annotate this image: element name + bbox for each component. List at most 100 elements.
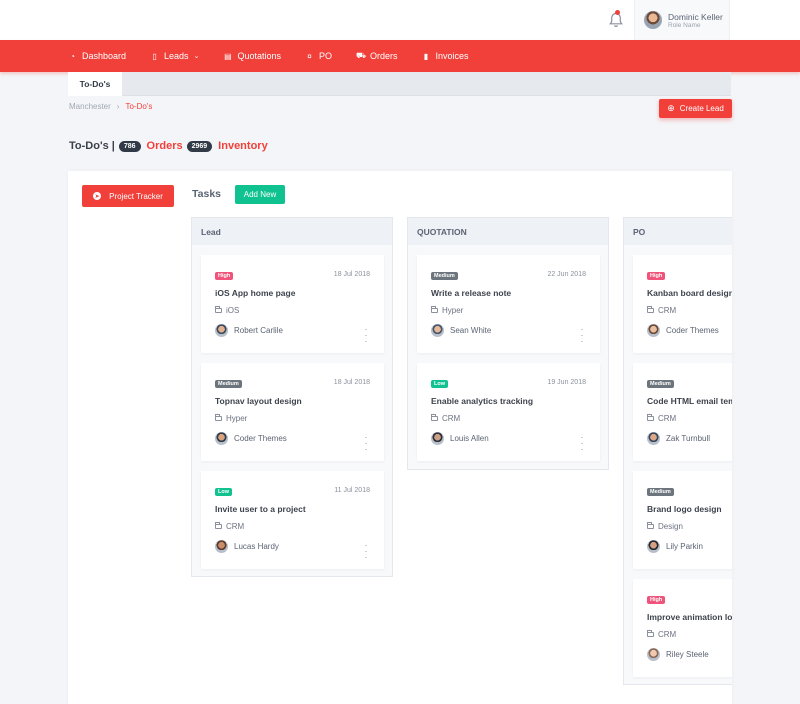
user-name: Dominic Keller (668, 12, 723, 22)
user-menu[interactable]: Dominic Keller Role Name (634, 0, 730, 40)
folder-icon (215, 306, 222, 313)
nav-orders[interactable]: ⛟ Orders (356, 51, 398, 61)
po-icon: ¤ (307, 51, 312, 61)
nav-invoices[interactable]: ▮ Invoices (422, 51, 469, 61)
project-tracker-button[interactable]: ➤ Project Tracker (82, 185, 174, 207)
task-date: 19 Jun 2018 (547, 379, 586, 386)
task-card[interactable]: High Improve animation loader CRM Riley … (633, 579, 732, 677)
create-lead-button[interactable]: ⊕ Create Lead (659, 99, 732, 118)
priority-badge: High (215, 272, 234, 280)
task-project: CRM (647, 630, 676, 639)
nav-label: Dashboard (82, 51, 127, 61)
avatar (644, 11, 662, 29)
task-project: Hyper (215, 414, 247, 423)
task-date: 18 Jul 2018 (333, 379, 370, 386)
nav-label: Orders (369, 51, 398, 61)
orders-link[interactable]: Orders (147, 140, 183, 152)
plus-circle-icon: ⊕ (667, 103, 675, 113)
task-card[interactable]: Medium 22 Jun 2018 Write a release note … (417, 255, 600, 353)
nav-leads[interactable]: ▯ Leads ⌄ (150, 51, 199, 61)
kanban-board: ➤ Project Tracker Tasks Add New Lead Hig… (68, 171, 732, 704)
task-card[interactable]: Low 19 Jun 2018 Enable analytics trackin… (417, 363, 600, 461)
tasks-heading: Tasks (192, 188, 221, 200)
avatar (215, 324, 228, 337)
project-name: iOS (226, 306, 240, 315)
folder-icon (647, 306, 654, 313)
folder-icon (431, 306, 438, 313)
task-project: iOS (215, 306, 239, 315)
avatar (431, 432, 444, 445)
task-card[interactable]: Medium Code HTML email template CRM Zak … (633, 363, 732, 461)
breadcrumb-root[interactable]: Manchester (69, 102, 111, 111)
project-name: CRM (226, 522, 245, 531)
task-title[interactable]: Brand logo design (647, 504, 722, 514)
more-vertical-icon[interactable]: · · · (364, 541, 368, 562)
task-assignee: Robert Carlile (234, 326, 283, 335)
task-date: 11 Jul 2018 (334, 487, 370, 494)
task-title[interactable]: Improve animation loader (647, 612, 732, 622)
folder-icon (647, 522, 654, 529)
task-card[interactable]: High 18 Jul 2018 iOS App home page iOS R… (201, 255, 384, 353)
more-vertical-icon[interactable]: · · · (580, 433, 584, 454)
avatar (215, 540, 228, 553)
notification-dot (615, 10, 620, 15)
priority-badge: Medium (215, 380, 242, 388)
priority-badge: Low (431, 380, 448, 388)
column-quotation: QUOTATION Medium 22 Jun 2018 Write a rel… (407, 217, 609, 470)
task-title[interactable]: Write a release note (431, 288, 511, 298)
avatar (431, 324, 444, 337)
task-assignee: Riley Steele (666, 650, 709, 659)
inventory-link[interactable]: Inventory (218, 140, 268, 152)
task-title[interactable]: iOS App home page (215, 288, 295, 298)
project-name: CRM (658, 630, 677, 639)
tab-strip: To-Do's (68, 72, 731, 96)
main-nav: ◔ Dashboard ▯ Leads ⌄ ▤ Quotations ¤ PO … (0, 40, 800, 72)
task-card[interactable]: Low 11 Jul 2018 Invite user to a project… (201, 471, 384, 569)
task-assignee: Coder Themes (666, 326, 719, 335)
add-new-button[interactable]: Add New (235, 185, 285, 204)
more-vertical-icon[interactable]: · · · (364, 433, 368, 454)
project-name: Hyper (226, 414, 248, 423)
task-project: Hyper (431, 306, 463, 315)
invoice-icon: ▮ (423, 51, 429, 61)
column-lead: Lead High 18 Jul 2018 iOS App home page … (191, 217, 393, 577)
project-name: CRM (658, 414, 677, 423)
priority-badge: Medium (647, 488, 674, 496)
top-bar: Dominic Keller Role Name (0, 0, 800, 40)
priority-badge: Low (215, 488, 232, 496)
dashboard-icon: ◔ (70, 51, 75, 61)
task-title[interactable]: Topnav layout design (215, 396, 302, 406)
todos-count-badge: 786 (118, 140, 141, 152)
user-role: Role Name (668, 22, 701, 29)
nav-label: PO (318, 51, 332, 61)
task-card[interactable]: Medium Brand logo design Design Lily Par… (633, 471, 732, 569)
document-icon: ▤ (224, 51, 232, 61)
more-vertical-icon[interactable]: · · · (364, 325, 368, 346)
project-name: Hyper (442, 306, 464, 315)
tab-todos[interactable]: To-Do's (68, 72, 122, 96)
task-project: CRM (431, 414, 460, 423)
task-assignee: Zak Turnbull (666, 434, 711, 443)
task-title[interactable]: Code HTML email template (647, 396, 732, 406)
task-date: 22 Jun 2018 (547, 271, 586, 278)
priority-badge: High (647, 272, 666, 280)
task-card[interactable]: Medium 18 Jul 2018 Topnav layout design … (201, 363, 384, 461)
orders-count-badge: 2969 (186, 140, 213, 152)
task-title[interactable]: Invite user to a project (215, 504, 306, 514)
task-assignee: Sean White (450, 326, 492, 335)
priority-badge: High (647, 596, 666, 604)
button-label: Project Tracker (109, 191, 163, 201)
nav-quotations[interactable]: ▤ Quotations (223, 51, 281, 61)
task-title[interactable]: Kanban board design (647, 288, 732, 298)
nav-dashboard[interactable]: ◔ Dashboard (68, 51, 126, 61)
task-title[interactable]: Enable analytics tracking (431, 396, 533, 406)
task-card[interactable]: High Kanban board design CRM Coder Theme… (633, 255, 732, 353)
file-icon: ▯ (152, 51, 157, 61)
chevron-down-icon: ⌄ (193, 53, 200, 60)
avatar (647, 432, 660, 445)
more-vertical-icon[interactable]: · · · (580, 325, 584, 346)
nav-po[interactable]: ¤ PO (305, 51, 332, 61)
folder-icon (647, 630, 654, 637)
page-title: To-Do's | 786 Orders 2969 Inventory (69, 140, 268, 152)
project-name: Design (658, 522, 683, 531)
